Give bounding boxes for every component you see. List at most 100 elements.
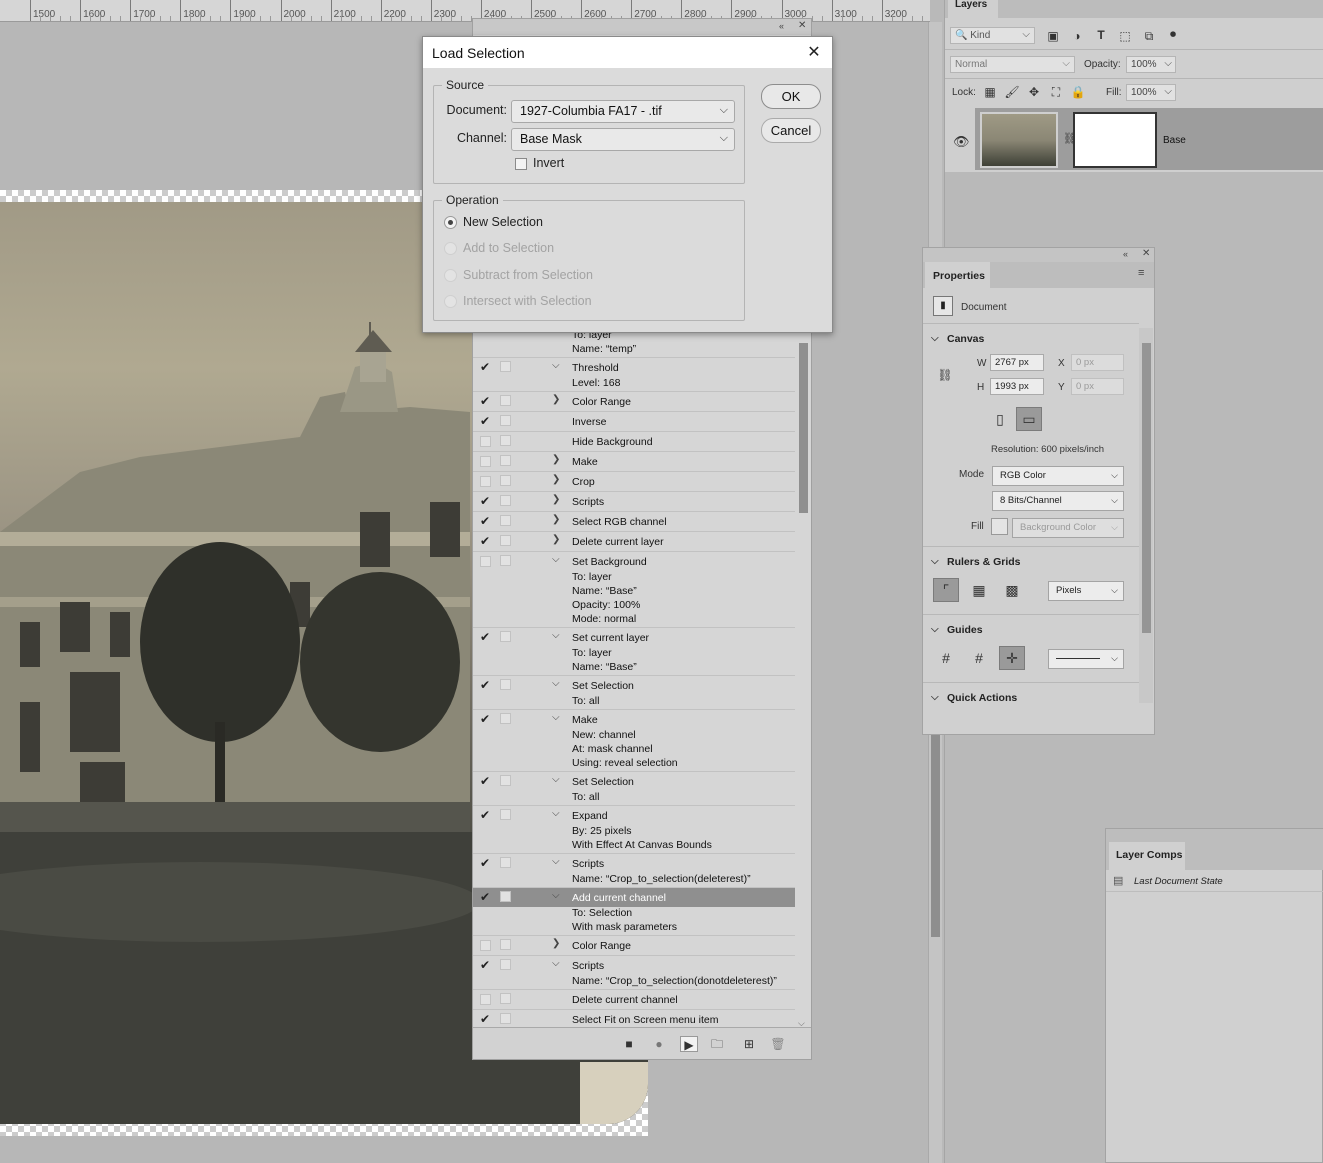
layer-filter-kind[interactable]: 🔍 Kind ⌵ <box>950 27 1035 44</box>
properties-scroll-thumb[interactable] <box>1142 343 1151 633</box>
toggle-item-checkmark-icon[interactable]: ✔ <box>480 394 492 408</box>
ok-button[interactable]: OK <box>761 84 821 109</box>
action-parameter[interactable]: Level: 168 <box>473 377 795 391</box>
dialog-toggle-box[interactable] <box>500 555 511 566</box>
dialog-toggle-box[interactable] <box>500 857 511 868</box>
new-action-icon[interactable]: ⊞ <box>740 1036 758 1052</box>
action-step[interactable]: ⌵ Set Background <box>473 551 795 571</box>
dialog-toggle-box[interactable] <box>500 939 511 950</box>
toggle-item-checkmark-icon[interactable] <box>480 456 491 467</box>
chevron-down-icon[interactable]: ⌵ <box>552 630 560 641</box>
collapse-icon[interactable]: « <box>1123 249 1128 259</box>
action-parameter[interactable]: Mode: normal <box>473 613 795 627</box>
action-step[interactable]: ❯ Crop <box>473 471 795 491</box>
dialog-toggle-box[interactable] <box>500 395 511 406</box>
chevron-right-icon[interactable]: ❯ <box>552 494 560 505</box>
dialog-toggle-box[interactable] <box>500 495 511 506</box>
action-step[interactable]: ✔ ❯ Select RGB channel <box>473 511 795 531</box>
action-parameter[interactable]: With Effect At Canvas Bounds <box>473 839 795 853</box>
toggle-item-checkmark-icon[interactable]: ✔ <box>480 630 492 644</box>
action-parameter[interactable]: Using: reveal selection <box>473 757 795 771</box>
new-selection-radio[interactable] <box>444 216 457 229</box>
toggle-item-checkmark-icon[interactable] <box>480 476 491 487</box>
close-icon[interactable]: ✕ <box>798 20 806 31</box>
action-step[interactable]: Hide Background <box>473 431 795 451</box>
chevron-down-icon[interactable]: ⌵ <box>552 678 560 689</box>
layer-mask-thumbnail[interactable] <box>1073 112 1157 168</box>
panel-menu-icon[interactable]: ≡ <box>1138 267 1144 279</box>
action-step[interactable]: ✔ Inverse <box>473 411 795 431</box>
toggle-item-checkmark-icon[interactable] <box>480 994 491 1005</box>
action-step[interactable]: ✔ ⌵ Scripts <box>473 853 795 873</box>
tab-layer-comps[interactable]: Layer Comps <box>1109 842 1185 870</box>
tab-properties[interactable]: Properties <box>925 262 990 288</box>
toggle-item-checkmark-icon[interactable] <box>480 436 491 447</box>
toggle-item-checkmark-icon[interactable]: ✔ <box>480 534 492 548</box>
action-step[interactable]: ✔ ❯ Scripts <box>473 491 795 511</box>
chevron-right-icon[interactable]: ❯ <box>552 534 560 545</box>
landscape-orientation-icon[interactable]: ▭ <box>1016 407 1042 431</box>
dialog-toggle-box[interactable] <box>500 959 511 970</box>
action-step[interactable]: ✔ ⌵ Expand <box>473 805 795 825</box>
ruler-toggle-icon[interactable]: ⌜ <box>933 578 959 602</box>
dialog-toggle-box[interactable] <box>500 809 511 820</box>
dialog-toggle-box[interactable] <box>500 891 511 902</box>
action-parameter[interactable]: To: all <box>473 695 795 709</box>
toggle-item-checkmark-icon[interactable]: ✔ <box>480 678 492 692</box>
smart-object-filter-icon[interactable]: ⧉ <box>1141 29 1157 44</box>
action-parameter[interactable]: Name: “Base” <box>473 661 795 675</box>
action-step[interactable]: ✔ ⌵ Add current channel <box>473 887 795 907</box>
chevron-down-icon[interactable]: ⌵ <box>552 774 560 785</box>
dialog-toggle-box[interactable] <box>500 361 511 372</box>
chevron-down-icon[interactable]: ⌵ <box>552 808 560 819</box>
chevron-right-icon[interactable]: ❯ <box>552 454 560 465</box>
dialog-toggle-box[interactable] <box>500 455 511 466</box>
fill-color-swatch[interactable] <box>991 518 1008 535</box>
action-step[interactable]: ✔ Select Fit on Screen menu item <box>473 1009 795 1029</box>
lock-all-icon[interactable]: 🔒 <box>1070 85 1086 99</box>
properties-scrollbar[interactable] <box>1139 328 1153 703</box>
action-step[interactable]: ✔ ❯ Delete current layer <box>473 531 795 551</box>
dialog-toggle-box[interactable] <box>500 679 511 690</box>
add-to-selection-radio[interactable] <box>444 242 457 255</box>
dialog-toggle-box[interactable] <box>500 515 511 526</box>
chevron-right-icon[interactable]: ❯ <box>552 394 560 405</box>
type-filter-icon[interactable]: T <box>1093 28 1109 42</box>
channel-select[interactable]: Base Mask ⌵ <box>511 128 735 151</box>
dialog-toggle-box[interactable] <box>500 775 511 786</box>
layer-comp-row[interactable]: ▤ Last Document State <box>1106 870 1323 892</box>
action-step[interactable]: ✔ ⌵ Make <box>473 709 795 729</box>
adjustment-filter-icon[interactable]: ◑ <box>1069 29 1085 43</box>
tab-layers[interactable]: Layers <box>948 0 998 18</box>
action-parameter[interactable]: Name: “Crop_to_selection(donotdeleterest… <box>473 975 795 989</box>
toggle-item-checkmark-icon[interactable]: ✔ <box>480 360 492 374</box>
fill-field[interactable]: 100% ⌵ <box>1126 84 1176 101</box>
eye-visibility-icon[interactable]: 👁 <box>953 134 970 150</box>
action-parameter[interactable]: To: layer <box>473 571 795 585</box>
new-set-folder-icon[interactable]: 🗀 <box>708 1036 726 1052</box>
guide-style-select[interactable]: ⌵ <box>1048 649 1124 669</box>
bit-depth-select[interactable]: 8 Bits/Channel ⌵ <box>992 491 1124 511</box>
height-field[interactable]: 1993 px <box>990 378 1044 395</box>
layer-row-base[interactable]: ⛓ Base <box>975 108 1323 170</box>
close-icon[interactable]: ✕ <box>1142 248 1150 259</box>
guides-toggle-icon[interactable]: # <box>933 646 959 670</box>
actions-scrollbar[interactable]: ⌵ <box>796 343 810 1029</box>
lock-position-icon[interactable]: ✥ <box>1026 85 1042 99</box>
dialog-toggle-box[interactable] <box>500 1013 511 1024</box>
action-step[interactable]: ✔ ⌵ Set Selection <box>473 675 795 695</box>
action-step[interactable]: ✔ ⌵ Set Selection <box>473 771 795 791</box>
chevron-right-icon[interactable]: ❯ <box>552 938 560 949</box>
intersect-with-selection-radio[interactable] <box>444 295 457 308</box>
width-field[interactable]: 2767 px <box>990 354 1044 371</box>
action-step[interactable]: Delete current channel <box>473 989 795 1009</box>
action-parameter[interactable]: To: Selection <box>473 907 795 921</box>
ruler-units-select[interactable]: Pixels ⌵ <box>1048 581 1124 601</box>
y-field[interactable]: 0 px <box>1071 378 1124 395</box>
toggle-item-checkmark-icon[interactable]: ✔ <box>480 414 492 428</box>
toggle-item-checkmark-icon[interactable]: ✔ <box>480 958 492 972</box>
record-icon[interactable]: ● <box>650 1036 668 1052</box>
action-parameter[interactable]: By: 25 pixels <box>473 825 795 839</box>
layer-name[interactable]: Base <box>1163 135 1186 146</box>
dialog-toggle-box[interactable] <box>500 535 511 546</box>
